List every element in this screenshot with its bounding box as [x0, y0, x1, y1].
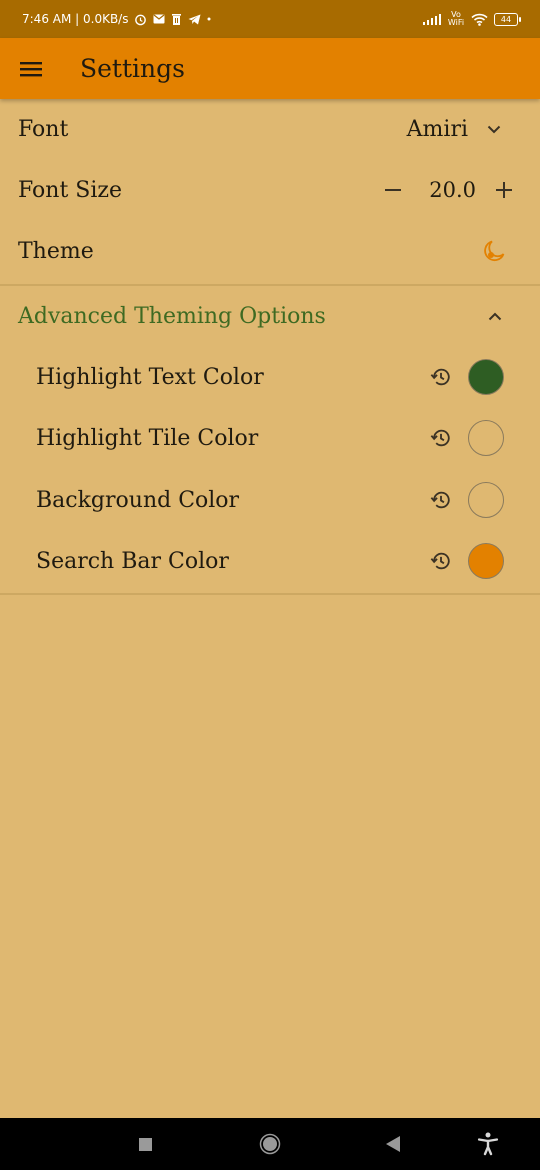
- history-reset-icon: [430, 491, 450, 509]
- accessibility-button[interactable]: [463, 1118, 513, 1170]
- highlight-tile-color-swatch[interactable]: [468, 420, 504, 456]
- battery-icon: 44: [494, 12, 521, 26]
- background-color-label: Background Color: [36, 487, 240, 513]
- accessibility-icon: [477, 1132, 499, 1156]
- back-button[interactable]: [368, 1118, 418, 1170]
- status-bar: 7:46 AM | 0.0KB/s Vo WiFi 44: [0, 0, 540, 38]
- status-right: Vo WiFi 44: [423, 10, 521, 27]
- highlight-text-color-row: Highlight Text Color: [0, 347, 540, 407]
- recents-square-icon: [138, 1137, 152, 1151]
- telegram-icon: [188, 14, 201, 25]
- highlight-tile-color-label: Highlight Tile Color: [36, 425, 259, 451]
- search-bar-color-row: Search Bar Color: [0, 531, 540, 591]
- font-size-stepper: 20.0: [379, 160, 518, 220]
- wifi-icon: [471, 13, 488, 26]
- font-selector[interactable]: Amiri: [407, 99, 540, 159]
- dot-icon: [207, 17, 211, 21]
- font-size-label: Font Size: [18, 177, 123, 203]
- home-button[interactable]: [245, 1118, 295, 1170]
- reset-highlight-tile-color-button[interactable]: [428, 425, 454, 451]
- status-left: 7:46 AM | 0.0KB/s: [22, 12, 211, 26]
- back-triangle-icon: [386, 1136, 400, 1152]
- font-setting-row[interactable]: Font Amiri: [0, 99, 540, 159]
- plus-icon: [496, 182, 512, 198]
- background-color-row: Background Color: [0, 470, 540, 530]
- collapse-toggle[interactable]: [488, 286, 502, 346]
- mail-icon: [153, 14, 165, 24]
- font-size-value: 20.0: [429, 178, 476, 202]
- alarm-icon: [134, 13, 147, 26]
- search-bar-color-controls: [428, 531, 540, 591]
- font-size-setting-row: Font Size 20.0: [0, 160, 540, 220]
- highlight-text-color-controls: [428, 347, 540, 407]
- highlight-text-color-swatch[interactable]: [468, 359, 504, 395]
- status-time: 7:46 AM | 0.0KB/s: [22, 12, 129, 26]
- hamburger-menu-icon: [20, 61, 42, 76]
- highlight-tile-color-row: Highlight Tile Color: [0, 408, 540, 468]
- theme-setting-row[interactable]: Theme: [0, 221, 540, 281]
- font-value: Amiri: [406, 116, 468, 142]
- highlight-text-color-label: Highlight Text Color: [36, 364, 264, 390]
- background-color-controls: [428, 470, 540, 530]
- recents-button[interactable]: [120, 1118, 170, 1170]
- reset-highlight-text-color-button[interactable]: [428, 364, 454, 390]
- background-color-swatch[interactable]: [468, 482, 504, 518]
- advanced-theming-header[interactable]: Advanced Theming Options: [0, 286, 540, 346]
- font-label: Font: [18, 116, 69, 142]
- signal-icon: [423, 13, 441, 25]
- chevron-up-icon: [488, 312, 502, 320]
- reset-background-color-button[interactable]: [428, 487, 454, 513]
- app-bar: Settings: [0, 38, 540, 99]
- menu-button[interactable]: [19, 57, 43, 81]
- divider: [0, 593, 540, 595]
- history-reset-icon: [430, 368, 450, 386]
- highlight-tile-color-controls: [428, 408, 540, 468]
- moon-icon: [484, 240, 505, 262]
- network-label: Vo WiFi: [447, 10, 465, 27]
- search-bar-color-label: Search Bar Color: [36, 548, 229, 574]
- trash-icon: [171, 13, 182, 25]
- chevron-down-icon: [487, 125, 501, 133]
- page-title: Settings: [80, 54, 185, 83]
- home-circle-icon: [259, 1133, 281, 1155]
- increase-font-size-button[interactable]: [490, 176, 518, 204]
- history-reset-icon: [430, 552, 450, 570]
- decrease-font-size-button[interactable]: [379, 176, 407, 204]
- theme-label: Theme: [18, 238, 94, 264]
- minus-icon: [385, 189, 402, 191]
- history-reset-icon: [430, 429, 450, 447]
- theme-toggle[interactable]: [482, 221, 506, 281]
- font-dropdown-button[interactable]: [482, 117, 506, 141]
- search-bar-color-swatch[interactable]: [468, 543, 504, 579]
- system-nav-bar: [0, 1118, 540, 1170]
- advanced-theming-title: Advanced Theming Options: [18, 303, 326, 329]
- reset-search-bar-color-button[interactable]: [428, 548, 454, 574]
